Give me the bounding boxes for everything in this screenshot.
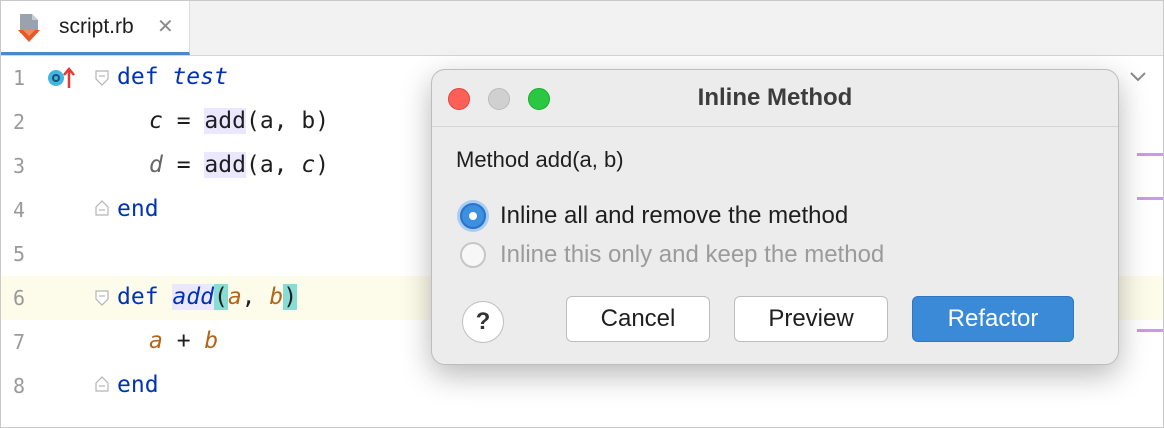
line-number: 7 (13, 330, 26, 354)
code-text: end (117, 372, 159, 398)
code-text: end (117, 196, 159, 222)
dialog-titlebar: Inline Method (432, 70, 1118, 127)
preview-button[interactable]: Preview (734, 296, 888, 342)
inline-this-only-label: Inline this only and keep the method (500, 241, 885, 268)
fold-end-icon[interactable] (95, 200, 109, 216)
cancel-button[interactable]: Cancel (566, 296, 710, 342)
tab-label: script.rb (59, 15, 134, 38)
code-text: a + b (149, 328, 219, 354)
method-label: Method add(a, b) (456, 147, 624, 172)
inline-this-only-radio (460, 242, 486, 268)
scrollbar-marker[interactable] (1137, 197, 1163, 200)
close-tab-icon[interactable]: ✕ (157, 14, 174, 38)
scrollbar-marker[interactable] (1137, 153, 1163, 156)
line-number: 5 (13, 242, 26, 266)
fold-icon[interactable] (95, 290, 109, 306)
editor-tab-bar: script.rb ✕ (1, 1, 1163, 56)
dialog-body: Method add(a, b) Inline all and remove t… (432, 127, 1118, 364)
brace-match: ( (213, 284, 228, 310)
ruby-file-icon (18, 14, 40, 42)
ide-window: script.rb ✕ 1 def test 2 c = add(a, b) 3 (0, 0, 1164, 428)
fold-icon[interactable] (95, 70, 109, 86)
scrollbar-marker[interactable] (1137, 329, 1163, 332)
line-number: 2 (13, 110, 26, 134)
overrides-method-icon[interactable] (47, 66, 75, 90)
code-text: c = add(a, b) (149, 108, 330, 134)
help-button[interactable]: ? (462, 301, 504, 343)
usage-highlight: add (204, 152, 246, 178)
brace-match: ) (283, 284, 298, 310)
declaration-highlight: add (172, 284, 214, 310)
code-line: 8 end (1, 364, 1163, 408)
code-text: def test (117, 64, 228, 90)
fold-end-icon[interactable] (95, 376, 109, 392)
line-number: 8 (13, 374, 26, 398)
inline-all-radio[interactable] (460, 203, 486, 229)
line-number: 1 (13, 66, 26, 90)
tab-script-rb[interactable]: script.rb ✕ (1, 1, 190, 55)
chevron-down-icon[interactable] (1129, 71, 1147, 83)
inline-all-label[interactable]: Inline all and remove the method (500, 202, 848, 230)
code-text: def add(a, b) (117, 284, 298, 310)
line-number: 4 (13, 198, 26, 222)
line-number: 6 (13, 286, 26, 310)
code-text: d = add(a, c) (149, 152, 330, 178)
dialog-title: Inline Method (697, 84, 853, 111)
refactor-button[interactable]: Refactor (912, 296, 1074, 342)
inline-method-dialog: Inline Method Method add(a, b) Inline al… (431, 69, 1119, 365)
usage-highlight: add (204, 108, 246, 134)
line-number: 3 (13, 154, 26, 178)
